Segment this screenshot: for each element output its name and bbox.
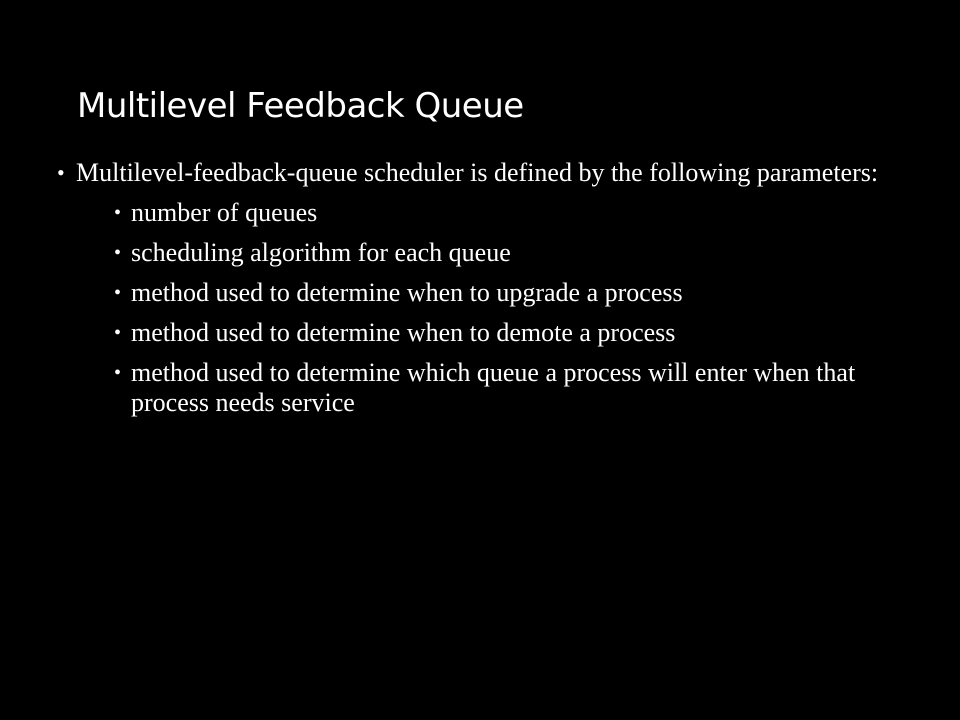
bullet-list: Multilevel-feedback-queue scheduler is d… bbox=[57, 158, 907, 428]
bullet-text: Multilevel-feedback-queue scheduler is d… bbox=[76, 158, 879, 187]
sub-bullet-item: method used to determine which queue a p… bbox=[76, 358, 907, 418]
bullet-item: Multilevel-feedback-queue scheduler is d… bbox=[57, 158, 907, 418]
sub-bullet-item: method used to determine when to upgrade… bbox=[76, 278, 907, 308]
sub-bullet-item: scheduling algorithm for each queue bbox=[76, 238, 907, 268]
sub-bullet-item: number of queues bbox=[76, 198, 907, 228]
slide: Multilevel Feedback Queue Multilevel-fee… bbox=[0, 0, 960, 720]
slide-title: Multilevel Feedback Queue bbox=[77, 86, 524, 126]
sub-bullet-item: method used to determine when to demote … bbox=[76, 318, 907, 348]
sub-bullet-list: number of queues scheduling algorithm fo… bbox=[76, 198, 907, 418]
